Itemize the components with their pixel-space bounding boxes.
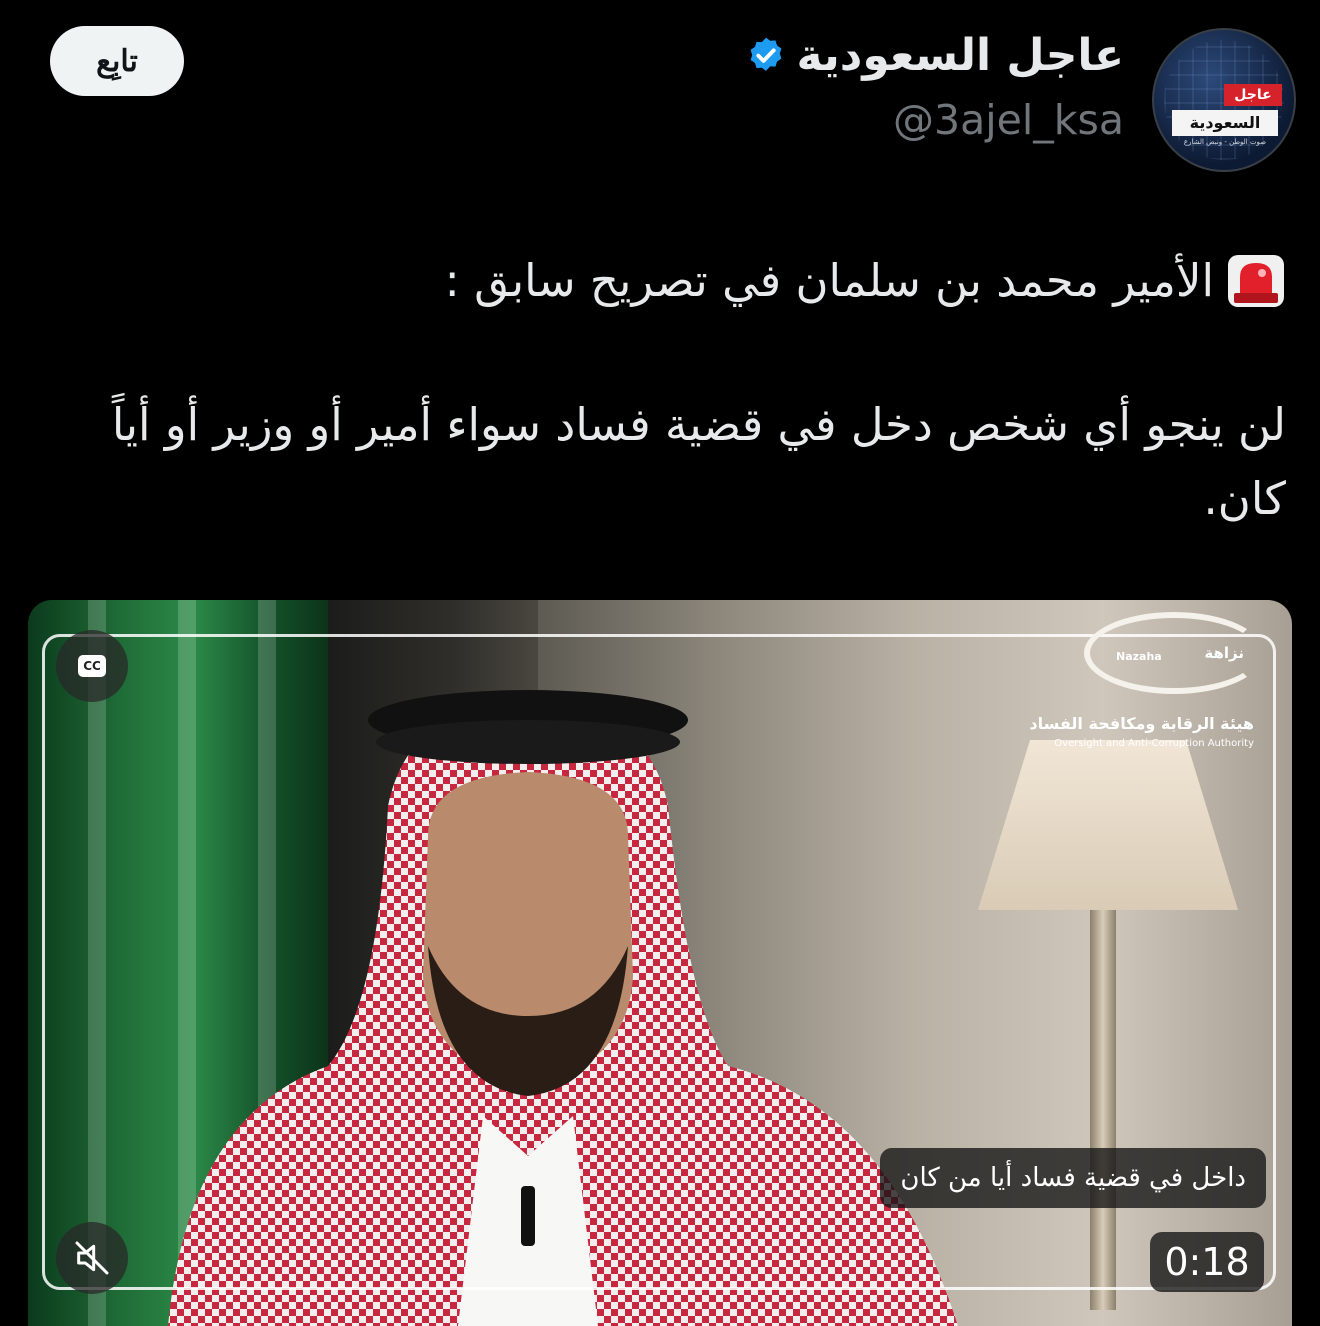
rotating-light-icon	[1228, 255, 1284, 307]
video-player[interactable]: نزاهة Nazaha هيئة الرقابة ومكافحة الفساد…	[28, 600, 1292, 1326]
display-name-text: عاجل السعودية	[796, 30, 1124, 81]
video-subject-figure	[168, 690, 958, 1326]
closed-captions-button[interactable]: CC	[56, 630, 128, 702]
lamp-stand	[1090, 910, 1116, 1310]
tweet-line-1: الأمير محمد بن سلمان في تصريح سابق :	[30, 244, 1286, 318]
verified-badge-icon	[750, 37, 781, 71]
cc-icon: CC	[78, 655, 106, 677]
logo-word-ar: نزاهة	[1204, 644, 1244, 662]
video-duration: 0:18	[1150, 1232, 1264, 1292]
logo-title-ar: هيئة الرقابة ومكافحة الفساد	[1029, 714, 1254, 733]
account-display-name[interactable]: عاجل السعودية	[745, 30, 1124, 81]
nazaha-logo: نزاهة Nazaha هيئة الرقابة ومكافحة الفساد…	[1029, 606, 1284, 756]
logo-title-en: Oversight and Anti-Corruption Authority	[1054, 738, 1254, 749]
avatar-badge-main: السعودية	[1172, 110, 1278, 136]
lamp-shade	[978, 740, 1238, 910]
tweet-line-2: لن ينجو أي شخص دخل في قضية فساد سواء أمي…	[111, 398, 1286, 525]
speaker-muted-icon	[75, 1241, 109, 1275]
follow-button[interactable]: تابِع	[50, 26, 184, 96]
avatar-badge-sub: صوت الوطن - ونبض الشارع	[1183, 138, 1267, 146]
account-avatar[interactable]: عاجل السعودية صوت الوطن - ونبض الشارع	[1152, 28, 1296, 172]
avatar-badge-top: عاجل	[1224, 84, 1282, 106]
tweet-line-1-text: الأمير محمد بن سلمان في تصريح سابق :	[444, 254, 1214, 307]
account-handle[interactable]: @3ajel_ksa	[893, 96, 1124, 144]
unmute-button[interactable]	[56, 1222, 128, 1294]
logo-word-en: Nazaha	[1116, 650, 1162, 663]
video-caption: داخل في قضية فساد أيا من كان	[880, 1148, 1266, 1208]
